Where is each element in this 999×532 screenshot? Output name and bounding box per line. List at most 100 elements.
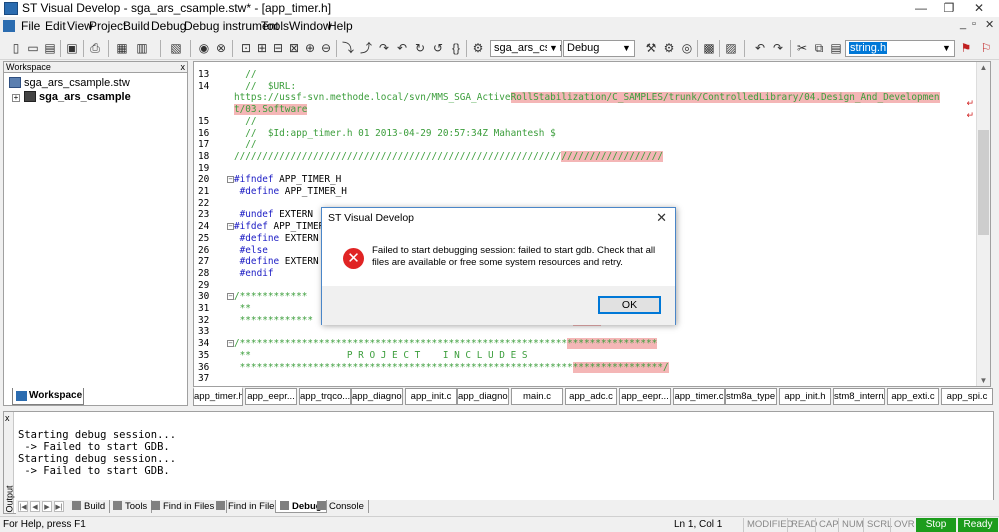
- code-text: // $Id:app_timer.h 01 2013-04-29 20:57:3…: [234, 128, 555, 140]
- find-next-icon[interactable]: ⚐: [978, 40, 994, 56]
- restore-button[interactable]: ❐: [934, 0, 964, 17]
- step-out-icon[interactable]: ⊖: [318, 40, 334, 56]
- stop-debug-icon[interactable]: ⊗: [213, 40, 229, 56]
- fold-toggle-icon[interactable]: −: [227, 223, 234, 231]
- mdi-close-button[interactable]: ✕: [985, 18, 994, 31]
- step-out-asm-icon[interactable]: ↻: [412, 40, 428, 56]
- editor-tab[interactable]: main.c: [511, 388, 563, 405]
- open-folder-icon[interactable]: ▭: [25, 40, 41, 56]
- config-combo[interactable]: Debug ▼: [563, 40, 635, 57]
- last-tab-icon[interactable]: ▶|: [54, 501, 64, 512]
- editor-tab[interactable]: app_timer.h: [193, 387, 243, 406]
- output-tab-build[interactable]: Build: [68, 500, 111, 513]
- scroll-down-icon[interactable]: ▼: [977, 375, 990, 386]
- workspace-close-icon[interactable]: x: [181, 62, 186, 73]
- editor-tab[interactable]: app_eepr...: [245, 388, 297, 405]
- prev-tab-icon[interactable]: ◀: [30, 501, 40, 512]
- close-button[interactable]: ✕: [964, 0, 994, 17]
- scroll-up-icon[interactable]: ▲: [977, 62, 990, 74]
- editor-tab[interactable]: app_spi.c: [941, 388, 993, 405]
- editor-tab[interactable]: stm8a_type.h: [725, 388, 777, 405]
- document-icon[interactable]: [3, 20, 15, 32]
- minimize-button[interactable]: —: [906, 0, 936, 17]
- undo-icon[interactable]: ↶: [752, 40, 768, 56]
- tree-item-workspace[interactable]: sga_ars_csample.stw: [9, 77, 130, 89]
- settings-icon[interactable]: ⚙: [661, 40, 677, 56]
- project-combo[interactable]: sga_ars_csampl ▼: [490, 40, 562, 57]
- step-into-icon[interactable]: ⤵: [340, 40, 356, 56]
- paste-icon[interactable]: ▤: [828, 40, 844, 56]
- editor-tab[interactable]: app_trqco...: [299, 388, 351, 405]
- start-debug-icon[interactable]: ◉: [196, 40, 212, 56]
- run-icon[interactable]: ⊡: [238, 40, 254, 56]
- editor-tab[interactable]: app_init.h: [779, 388, 831, 405]
- menu-window[interactable]: Window: [289, 19, 332, 33]
- output-tab-tools[interactable]: Tools: [109, 500, 153, 513]
- editor-tab[interactable]: app_adc.c: [565, 388, 617, 405]
- scrollbar-thumb[interactable]: [978, 130, 989, 235]
- tab-workspace[interactable]: Workspace: [12, 388, 84, 405]
- first-tab-icon[interactable]: |◀: [18, 501, 28, 512]
- copy-icon[interactable]: ⧉: [811, 40, 827, 56]
- menu-tools[interactable]: Tools: [261, 19, 289, 33]
- code-segment: ****************: [567, 338, 658, 350]
- open-project-icon[interactable]: ▤: [42, 40, 58, 56]
- tree-item-project[interactable]: + sga_ars_csample: [12, 91, 131, 103]
- hammer-icon[interactable]: ⚒: [643, 40, 659, 56]
- cut-icon[interactable]: ✂: [794, 40, 810, 56]
- run-to-cursor-icon[interactable]: ⤴: [358, 40, 374, 56]
- menu-build[interactable]: Build: [123, 19, 150, 33]
- editor-tab[interactable]: app_timer.c: [673, 388, 725, 405]
- new-file-icon[interactable]: ▯: [8, 40, 24, 56]
- output-tab-console[interactable]: Console: [313, 500, 369, 513]
- step-asm-icon[interactable]: ↷: [376, 40, 392, 56]
- menu-edit[interactable]: Edit: [45, 19, 66, 33]
- search-combo[interactable]: string.h ▼: [845, 40, 955, 57]
- editor-tab[interactable]: app_eepr...: [619, 388, 671, 405]
- fold-toggle-icon[interactable]: −: [227, 176, 234, 184]
- compile-icon[interactable]: ▦: [114, 40, 130, 56]
- chevron-down-icon[interactable]: ▼: [547, 41, 560, 56]
- chevron-down-icon[interactable]: ▼: [620, 41, 633, 56]
- save-icon[interactable]: ▣: [64, 40, 80, 56]
- ok-button[interactable]: OK: [598, 296, 661, 314]
- fold-toggle-icon[interactable]: −: [227, 340, 234, 348]
- editor-tab[interactable]: app_diagno...: [351, 388, 403, 405]
- braces-icon[interactable]: {}: [448, 40, 464, 56]
- output-close-icon[interactable]: x: [5, 413, 10, 423]
- jump-icon[interactable]: ↺: [430, 40, 446, 56]
- restart-icon[interactable]: ⊟: [270, 40, 286, 56]
- redo-icon[interactable]: ↷: [770, 40, 786, 56]
- next-tab-icon[interactable]: ▶: [42, 501, 52, 512]
- menu-file[interactable]: File: [21, 19, 40, 33]
- print-icon[interactable]: ⎙: [87, 40, 103, 56]
- mdi-restore-button[interactable]: ▫: [972, 18, 976, 30]
- dialog-close-icon[interactable]: ✕: [656, 210, 667, 226]
- mdi-minimize-button[interactable]: _: [960, 18, 966, 30]
- code-text: ////////////////////////////////////////…: [234, 150, 663, 163]
- editor-tab[interactable]: app_diagno...: [457, 388, 509, 405]
- debug-tool-icon[interactable]: ⚙: [470, 40, 486, 56]
- vertical-scrollbar[interactable]: ▲ ▼: [976, 62, 990, 386]
- build-icon[interactable]: ▥: [134, 40, 150, 56]
- step-over-icon[interactable]: ⊕: [302, 40, 318, 56]
- editor-tab[interactable]: app_exti.c: [887, 388, 939, 405]
- expand-icon[interactable]: +: [12, 94, 20, 102]
- fold-toggle-icon[interactable]: −: [227, 293, 234, 301]
- step-over-asm-icon[interactable]: ↶: [394, 40, 410, 56]
- step-icon[interactable]: ⊠: [286, 40, 302, 56]
- toolbar-separator: [83, 40, 84, 57]
- programmer-icon[interactable]: ▩: [701, 40, 717, 56]
- menu-project[interactable]: Project: [89, 19, 126, 33]
- rebuild-icon[interactable]: ▧: [168, 40, 184, 56]
- editor-tab[interactable]: app_init.c: [405, 388, 457, 405]
- chip-icon[interactable]: ▨: [723, 40, 739, 56]
- find-icon[interactable]: ⚑: [958, 40, 974, 56]
- menu-debug[interactable]: Debug: [151, 19, 186, 33]
- line-number: 19: [198, 162, 210, 174]
- target-icon[interactable]: ◎: [679, 40, 695, 56]
- chevron-down-icon[interactable]: ▼: [940, 41, 953, 56]
- break-icon[interactable]: ⊞: [254, 40, 270, 56]
- menu-help[interactable]: Help: [328, 19, 353, 33]
- editor-tab[interactable]: stm8_interru...: [833, 388, 885, 405]
